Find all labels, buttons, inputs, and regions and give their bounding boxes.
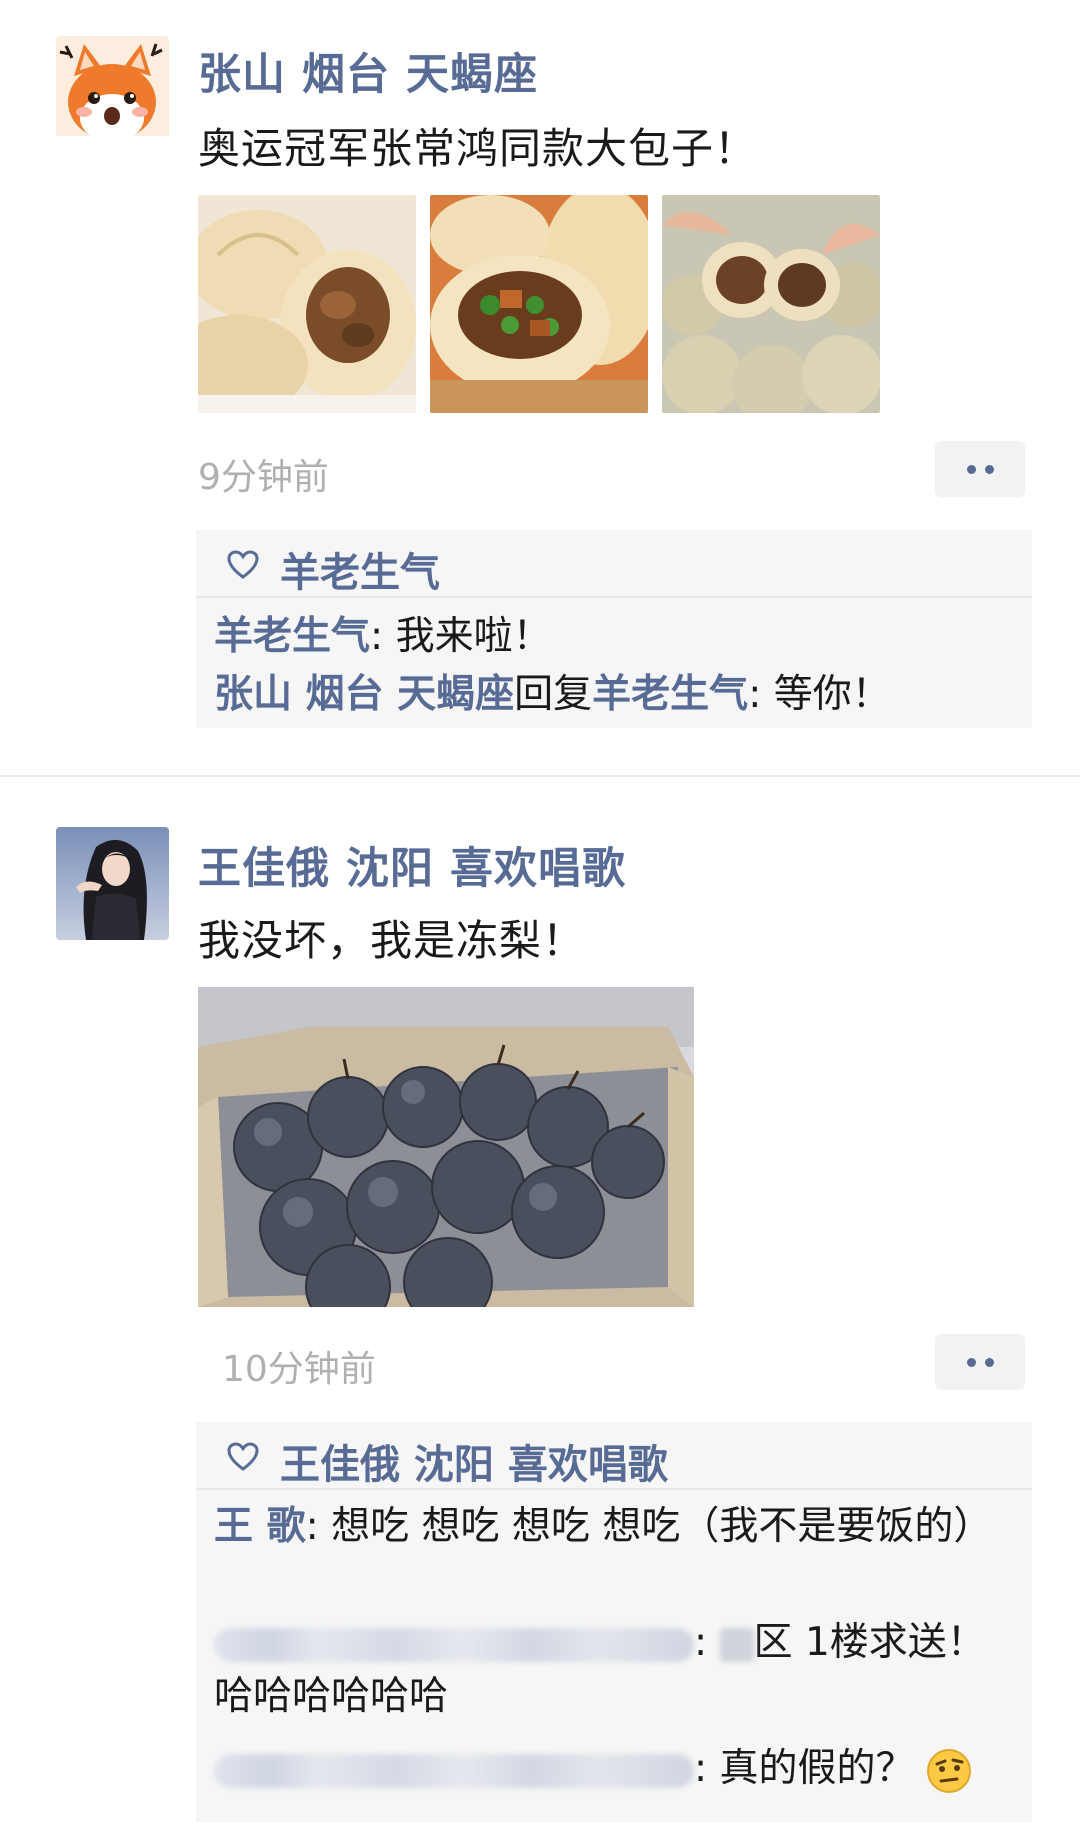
blurred-author-name[interactable] bbox=[214, 1627, 694, 1662]
likes-row: 羊老生气 bbox=[196, 530, 1032, 598]
raised-eyebrow-emoji-icon bbox=[926, 1748, 971, 1793]
more-dot-icon bbox=[966, 1357, 976, 1367]
comment-sep: : bbox=[748, 672, 774, 717]
bun-photo[interactable] bbox=[430, 195, 648, 413]
comment-text: 等你！ bbox=[773, 672, 891, 717]
comment-author[interactable]: 王 歌 bbox=[214, 1504, 306, 1549]
fox-avatar[interactable] bbox=[56, 36, 169, 149]
moment-post: 王佳俄 沈阳 喜欢唱歌 我没坏，我是冻梨！ 10分钟前 王佳俄 沈阳 喜欢唱歌 … bbox=[0, 777, 1080, 1837]
heart-outline-icon bbox=[227, 1442, 259, 1471]
more-dot-icon bbox=[984, 1357, 994, 1367]
like-names[interactable]: 王佳俄 沈阳 喜欢唱歌 bbox=[280, 1432, 668, 1490]
heart-outline-icon bbox=[227, 550, 259, 579]
more-actions-button[interactable] bbox=[935, 441, 1025, 497]
more-dot-icon bbox=[966, 464, 976, 474]
comment-sep: : bbox=[305, 1504, 332, 1549]
comment-author[interactable]: 羊老生气 bbox=[214, 614, 370, 659]
post-time: 9分钟前 bbox=[198, 457, 329, 498]
comment-text: 真的假的？ bbox=[719, 1746, 915, 1791]
interaction-panel: 王佳俄 沈阳 喜欢唱歌 王 歌: 想吃 想吃 想吃 想吃（我不是要饭的） : 区… bbox=[196, 1422, 1032, 1822]
likes-row: 王佳俄 沈阳 喜欢唱歌 bbox=[196, 1422, 1032, 1490]
blurred-author-name[interactable] bbox=[214, 1753, 694, 1788]
more-actions-button[interactable] bbox=[935, 1334, 1025, 1390]
comment[interactable]: 张山 烟台 天蝎座回复羊老生气: 等你！ bbox=[214, 668, 1024, 722]
blurred-text bbox=[719, 1627, 754, 1662]
author-name[interactable]: 王佳俄 沈阳 喜欢唱歌 bbox=[198, 834, 626, 896]
comment-sep: : bbox=[694, 1620, 720, 1665]
comment-sep: : bbox=[370, 614, 396, 659]
bun-photo[interactable] bbox=[662, 195, 880, 413]
more-dot-icon bbox=[984, 464, 994, 474]
comment-author[interactable]: 张山 烟台 天蝎座 bbox=[214, 672, 514, 717]
comment-sep: : bbox=[694, 1746, 720, 1791]
like-names[interactable]: 羊老生气 bbox=[280, 540, 440, 598]
reply-word: 回复 bbox=[514, 672, 593, 717]
post-text: 奥运冠军张常鸿同款大包子！ bbox=[198, 124, 758, 173]
comment[interactable]: 羊老生气: 我来啦！ bbox=[214, 610, 1024, 664]
comment-text: 想吃 想吃 想吃 想吃（我不是要饭的） bbox=[331, 1504, 993, 1549]
post-time: 10分钟前 bbox=[222, 1349, 376, 1390]
comment-text: 我来啦！ bbox=[395, 614, 552, 659]
bun-photo[interactable] bbox=[198, 195, 416, 413]
moment-post: 张山 烟台 天蝎座 奥运冠军张常鸿同款大包子！ 9分钟前 羊老生气 羊老生气: … bbox=[0, 0, 1080, 775]
moments-feed: 张山 烟台 天蝎座 奥运冠军张常鸿同款大包子！ 9分钟前 羊老生气 羊老生气: … bbox=[0, 0, 1080, 1837]
author-name[interactable]: 张山 烟台 天蝎座 bbox=[198, 40, 538, 102]
post-text: 我没坏，我是冻梨！ bbox=[198, 916, 586, 965]
frozen-pear-photo[interactable] bbox=[198, 987, 694, 1307]
comment[interactable]: : 真的假的？ bbox=[214, 1742, 1024, 1796]
comment[interactable]: : 区 1楼求送！哈哈哈哈哈哈 bbox=[214, 1616, 1024, 1724]
interaction-panel: 羊老生气 羊老生气: 我来啦！ 张山 烟台 天蝎座回复羊老生气: 等你！ bbox=[196, 530, 1032, 728]
comment[interactable]: 王 歌: 想吃 想吃 想吃 想吃（我不是要饭的） bbox=[214, 1500, 1024, 1554]
reply-target[interactable]: 羊老生气 bbox=[592, 672, 748, 717]
woman-avatar[interactable] bbox=[56, 827, 169, 940]
